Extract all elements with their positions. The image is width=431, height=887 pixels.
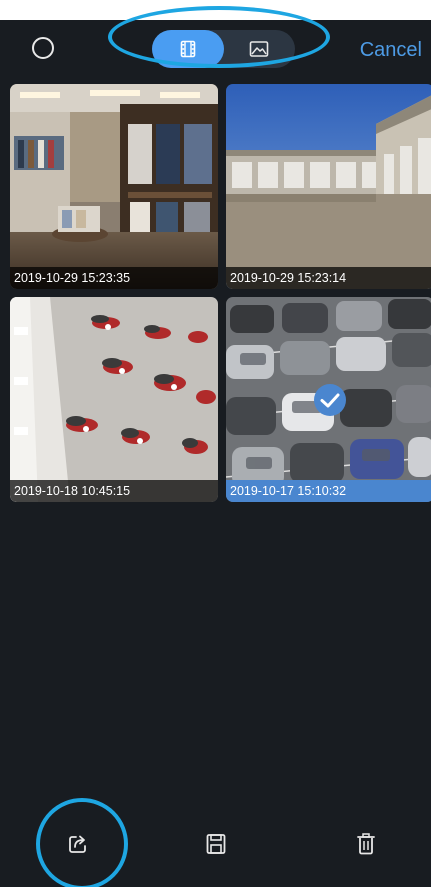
- tab-videos[interactable]: [152, 30, 224, 68]
- select-all-toggle[interactable]: [32, 37, 54, 59]
- media-thumbnail[interactable]: 2019-10-29 15:23:14: [226, 84, 431, 289]
- film-icon: [180, 40, 196, 58]
- delete-button[interactable]: [352, 830, 380, 858]
- media-thumbnail-selected[interactable]: 2019-10-17 15:10:32: [226, 297, 431, 502]
- tab-photos[interactable]: [223, 30, 295, 68]
- media-type-switch: [152, 30, 295, 68]
- thumbnail-timestamp: 2019-10-17 15:10:32: [226, 480, 431, 502]
- action-toolbar: [0, 800, 431, 887]
- thumbnail-timestamp: 2019-10-29 15:23:35: [10, 267, 218, 289]
- thumbnail-image: [226, 84, 431, 289]
- thumbnail-timestamp: 2019-10-18 10:45:15: [10, 480, 218, 502]
- media-thumbnail[interactable]: 2019-10-29 15:23:35: [10, 84, 218, 289]
- status-bar-area: [0, 0, 431, 20]
- save-icon: [206, 834, 226, 854]
- share-button[interactable]: [64, 830, 92, 858]
- share-icon: [69, 835, 86, 853]
- media-thumbnail[interactable]: 2019-10-18 10:45:15: [10, 297, 218, 502]
- cancel-button[interactable]: Cancel: [360, 38, 422, 62]
- trash-icon: [357, 833, 375, 855]
- thumbnail-timestamp: 2019-10-29 15:23:14: [226, 267, 431, 289]
- thumbnail-image: [10, 297, 218, 502]
- image-icon: [249, 41, 269, 57]
- selected-check-icon: [314, 384, 346, 416]
- save-button[interactable]: [202, 830, 230, 858]
- thumbnail-image: [10, 84, 218, 289]
- gallery-screen: Cancel 2019-10-29 15:23:35 2019-10-29 15…: [0, 0, 431, 887]
